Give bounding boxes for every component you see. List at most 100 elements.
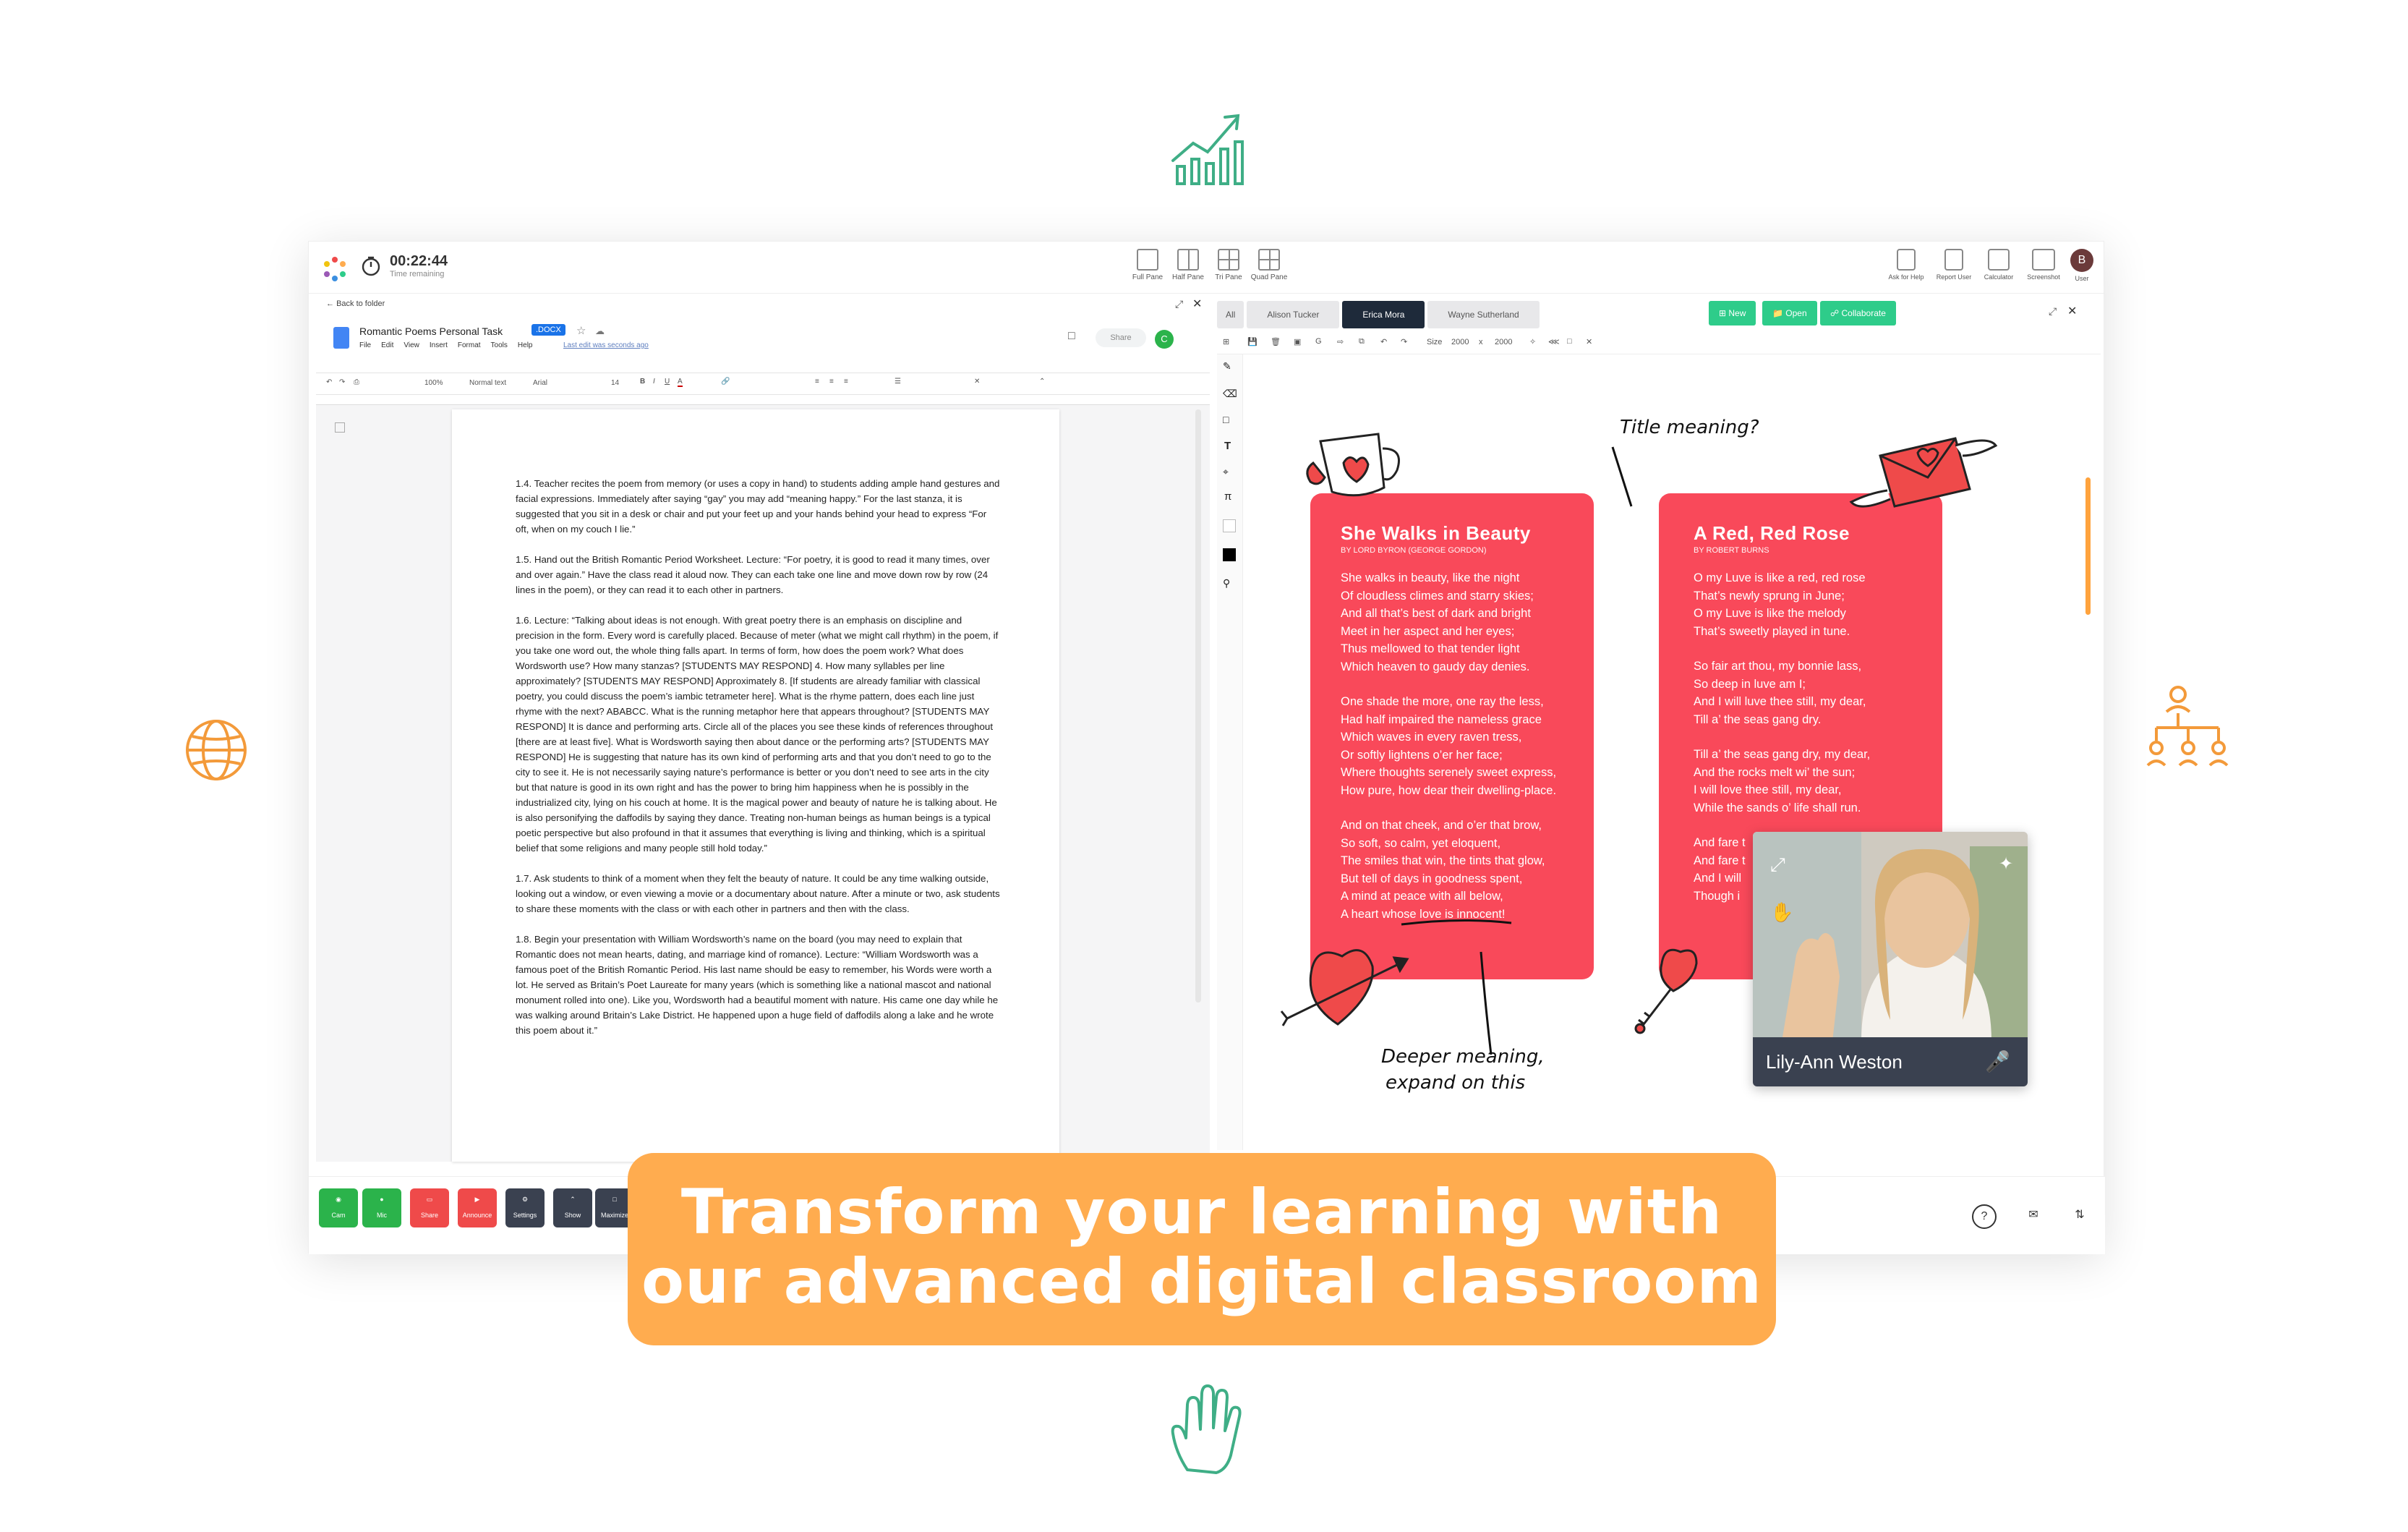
last-edit-link[interactable]: Last edit was seconds ago: [563, 341, 649, 349]
zoom-icon[interactable]: ⚲: [1223, 577, 1230, 590]
close-icon[interactable]: ✕: [1586, 337, 1592, 346]
menu-edit[interactable]: Edit: [381, 341, 393, 349]
text-tool-icon[interactable]: T: [1224, 440, 1231, 452]
tri-pane-label: Tri Pane: [1215, 273, 1242, 281]
document-page[interactable]: 1.4. Teacher recites the poem from memor…: [452, 409, 1059, 1162]
bug-icon[interactable]: ✧: [1529, 337, 1536, 346]
expand-icon[interactable]: ⤢: [1770, 854, 1785, 877]
menu-format[interactable]: Format: [458, 341, 481, 349]
clear-format-icon[interactable]: ✕: [974, 378, 980, 386]
close-icon[interactable]: ✕: [2067, 304, 2077, 318]
quad-pane-button[interactable]: Quad Pane: [1250, 249, 1288, 281]
delete-icon[interactable]: 🗑: [1271, 337, 1281, 346]
underline-icon[interactable]: U: [665, 378, 670, 386]
title-meaning-note: Title meaning?: [1620, 417, 1759, 438]
menu-insert[interactable]: Insert: [430, 341, 448, 349]
help-icon[interactable]: ?: [1972, 1204, 1997, 1229]
star-icon[interactable]: ☆: [576, 324, 586, 337]
width-field[interactable]: 2000: [1451, 338, 1469, 346]
fill-color-swatch[interactable]: [1223, 519, 1236, 532]
math-icon[interactable]: π: [1224, 490, 1231, 503]
full-pane-button[interactable]: Full Pane: [1129, 249, 1166, 281]
text-color-icon[interactable]: A: [678, 378, 683, 387]
save-icon[interactable]: 💾: [1247, 337, 1258, 346]
eraser-icon[interactable]: ⌫: [1223, 388, 1237, 400]
crop-icon[interactable]: ⌖: [1223, 466, 1229, 478]
paragraph: 1.7. Ask students to think of a moment w…: [516, 873, 1000, 914]
show-button[interactable]: ⌃ Show: [553, 1188, 592, 1227]
redo-icon[interactable]: ↷: [1401, 337, 1407, 346]
expand-icon[interactable]: ⤢: [2049, 305, 2057, 318]
cam-button[interactable]: ◉ Cam: [319, 1188, 358, 1227]
menu-file[interactable]: File: [359, 341, 371, 349]
copy-icon[interactable]: ⧉: [1359, 337, 1365, 346]
sliders-icon[interactable]: ⇅: [2067, 1204, 2092, 1229]
menu-tools[interactable]: Tools: [491, 341, 508, 349]
tab-wayne-sutherland[interactable]: Wayne Sutherland: [1427, 301, 1540, 328]
open-button[interactable]: 📁 Open: [1762, 301, 1817, 325]
collaborate-button[interactable]: ☍ Collaborate: [1820, 301, 1896, 325]
tri-pane-button[interactable]: Tri Pane: [1210, 249, 1247, 281]
comment-icon[interactable]: □: [1068, 330, 1075, 343]
canvas-scrollbar[interactable]: [2085, 477, 2091, 615]
ask-for-help-button[interactable]: Ask for Help: [1884, 249, 1929, 281]
share-button[interactable]: Share: [1096, 328, 1146, 347]
align-right-icon[interactable]: ≡: [844, 378, 848, 386]
pen-icon[interactable]: ✎: [1223, 360, 1231, 373]
align-left-icon[interactable]: ≡: [815, 378, 819, 386]
lock-icon[interactable]: □: [1567, 337, 1572, 346]
announce-button[interactable]: ▶ Announce: [458, 1188, 497, 1227]
google-icon[interactable]: G: [1315, 337, 1322, 346]
italic-icon[interactable]: I: [653, 378, 655, 386]
new-button[interactable]: ⊞ New: [1709, 301, 1756, 325]
font-size-field[interactable]: 14: [611, 379, 619, 387]
print-icon[interactable]: ⎙: [354, 378, 359, 386]
redo-icon[interactable]: ↷: [339, 378, 345, 386]
mic-icon[interactable]: 🎤: [1985, 1037, 2010, 1086]
calculator-button[interactable]: Calculator: [1976, 249, 2021, 281]
half-pane-button[interactable]: Half Pane: [1169, 249, 1207, 281]
menu-help[interactable]: Help: [518, 341, 533, 349]
back-to-folder-link[interactable]: ← Back to folder: [326, 299, 385, 308]
mic-button[interactable]: ● Mic: [362, 1188, 401, 1227]
font-select[interactable]: Arial: [533, 379, 547, 387]
image-icon[interactable]: ▣: [1294, 337, 1301, 346]
share-button[interactable]: ▭ Share: [410, 1188, 449, 1227]
expand-icon[interactable]: ⤢: [1175, 298, 1183, 310]
undo-icon[interactable]: ↶: [326, 378, 332, 386]
tab-alison-tucker[interactable]: Alison Tucker: [1247, 301, 1340, 328]
menu-view[interactable]: View: [404, 341, 419, 349]
poem-line: While the sands o’ life shall run.: [1694, 801, 1861, 814]
screenshot-button[interactable]: Screenshot: [2021, 249, 2066, 281]
video-tile[interactable]: ⤢ ✋ ✦ Lily-Ann Weston 🎤: [1753, 832, 2028, 1086]
ask-for-help-label: Ask for Help: [1888, 273, 1924, 281]
bold-icon[interactable]: B: [640, 378, 645, 386]
link-icon[interactable]: 🔗: [721, 378, 730, 386]
share-icon[interactable]: ⋘: [1548, 337, 1560, 346]
user-avatar[interactable]: B: [2070, 249, 2093, 272]
collaborator-avatar[interactable]: C: [1155, 330, 1174, 349]
height-field[interactable]: 2000: [1495, 338, 1512, 346]
list-icon[interactable]: ☰: [895, 378, 901, 386]
shape-icon[interactable]: □: [1223, 414, 1229, 425]
export-icon[interactable]: ⇨: [1337, 337, 1344, 346]
align-center-icon[interactable]: ≡: [829, 378, 834, 386]
chat-icon[interactable]: ✉: [2021, 1204, 2046, 1229]
collapse-icon[interactable]: ⌃: [1039, 378, 1045, 386]
grid-icon[interactable]: ⊞: [1223, 337, 1229, 346]
stroke-color-swatch[interactable]: [1223, 548, 1236, 561]
participant-video: [1753, 832, 2028, 1042]
tab-all[interactable]: All: [1217, 301, 1244, 328]
report-user-button[interactable]: Report User: [1931, 249, 1976, 281]
pin-icon[interactable]: ✦: [1999, 854, 2013, 874]
outline-icon[interactable]: [335, 422, 345, 433]
tab-erica-mora[interactable]: Erica Mora: [1342, 301, 1425, 328]
style-select[interactable]: Normal text: [469, 379, 506, 387]
zoom-select[interactable]: 100%: [424, 379, 443, 387]
undo-icon[interactable]: ↶: [1380, 337, 1387, 346]
hand-icon[interactable]: ✋: [1770, 901, 1793, 924]
document-scrollbar[interactable]: [1195, 409, 1201, 1003]
settings-button[interactable]: ⚙ Settings: [505, 1188, 545, 1227]
close-icon[interactable]: ✕: [1192, 297, 1202, 311]
document-title[interactable]: Romantic Poems Personal Task: [359, 325, 503, 337]
